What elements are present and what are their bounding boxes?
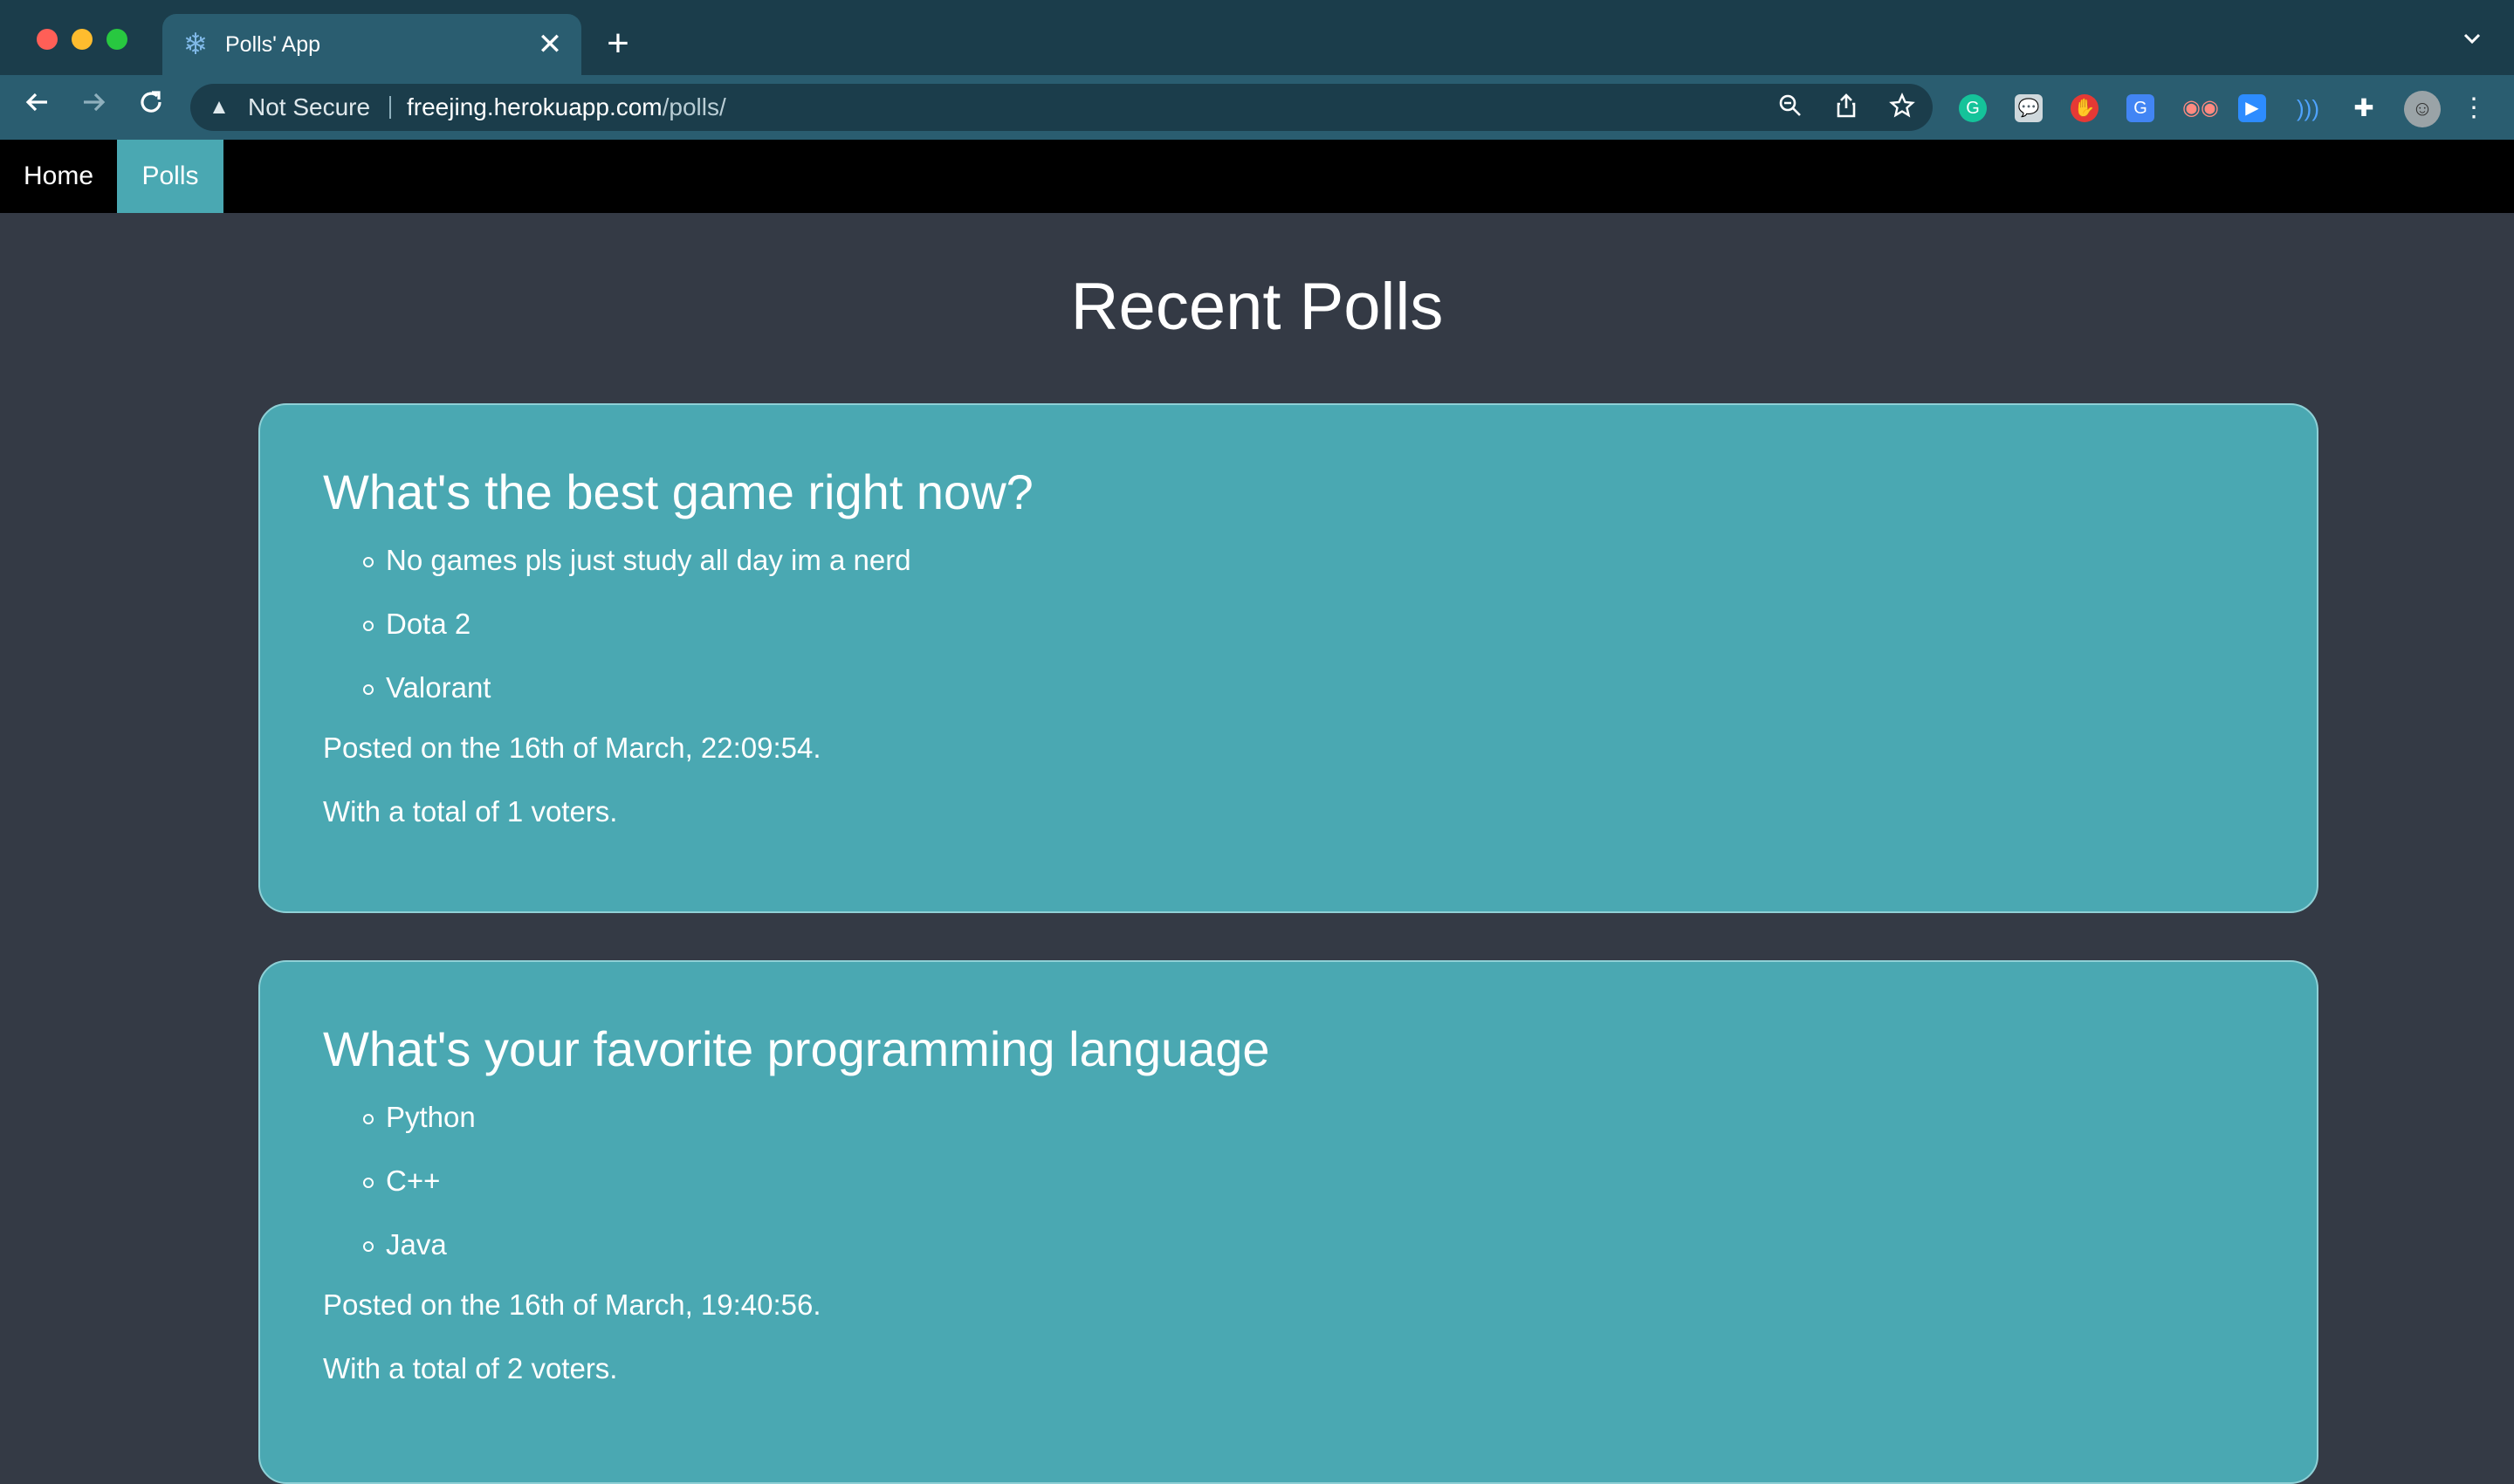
nav-home-link[interactable]: Home: [0, 140, 117, 213]
magnifier-minus-icon: [1779, 94, 1801, 116]
poll-posted-date: Posted on the 16th of March, 19:40:56.: [323, 1288, 821, 1321]
chat-icon[interactable]: 💬: [2015, 94, 2043, 122]
puzzle-icon[interactable]: ✚: [2350, 94, 2378, 122]
snowflake-icon: ❄: [182, 28, 209, 61]
poll-question[interactable]: What's your favorite programming languag…: [323, 962, 2254, 1089]
circle-bullet-icon: [363, 684, 374, 695]
circle-bullet-icon: [363, 1178, 374, 1188]
reload-button[interactable]: [131, 87, 171, 127]
url-host: freejing.herokuapp.com: [407, 93, 663, 120]
adblock-icon[interactable]: ✋: [2071, 94, 2098, 122]
url-path: /polls/: [662, 93, 726, 120]
site-navbar: Home Polls: [0, 140, 2514, 213]
kebab-menu-icon[interactable]: ⋮: [2460, 94, 2488, 122]
choice-text: Python: [386, 1101, 476, 1133]
profile-avatar[interactable]: ☺: [2404, 91, 2441, 127]
poll-question[interactable]: What's the best game right now?: [323, 405, 2254, 532]
poll-choice: No games pls just study all day im a ner…: [323, 532, 2254, 596]
arrow-right-icon: [84, 93, 106, 112]
tab-search-chevron-icon[interactable]: [2456, 26, 2488, 58]
omnibox-divider: [389, 96, 391, 119]
circle-bullet-icon: [363, 557, 374, 567]
star-icon: [1889, 93, 1915, 118]
share-arrow-icon: [1837, 93, 1856, 118]
browser-tab-active[interactable]: ❄ Polls' App ✕: [162, 14, 581, 75]
poll-choices: Python C++ Java: [323, 1089, 2254, 1281]
reload-icon: [141, 91, 161, 113]
poll-card[interactable]: What's the best game right now? No games…: [258, 403, 2318, 913]
choice-text: Dota 2: [386, 608, 471, 640]
circle-bullet-icon: [363, 1241, 374, 1252]
bookmark-star-icon[interactable]: [1887, 93, 1917, 122]
poll-choice: Valorant: [323, 660, 2254, 724]
poll-card[interactable]: What's your favorite programming languag…: [258, 960, 2318, 1484]
close-window-button[interactable]: [37, 29, 58, 50]
forward-button[interactable]: [73, 87, 113, 127]
translate-icon[interactable]: G: [2126, 94, 2154, 122]
new-tab-button[interactable]: +: [601, 24, 635, 63]
tab-title: Polls' App: [225, 32, 321, 57]
zoom-icon[interactable]: ▶: [2238, 94, 2266, 122]
spy-icon[interactable]: ◉◉: [2182, 94, 2219, 122]
poll-choices: No games pls just study all day im a ner…: [323, 532, 2254, 724]
arrow-left-icon: [25, 93, 47, 112]
poll-voter-count: With a total of 2 voters.: [323, 1352, 618, 1384]
zoom-magnifier-icon[interactable]: [1776, 93, 1805, 122]
url-text[interactable]: freejing.herokuapp.com/polls/: [407, 84, 726, 131]
nav-polls-link[interactable]: Polls: [117, 140, 223, 213]
security-indicator[interactable]: Not Secure: [248, 84, 370, 131]
choice-text: C++: [386, 1165, 441, 1197]
poll-choice: Dota 2: [323, 596, 2254, 660]
page-title: Recent Polls: [1070, 270, 1444, 344]
browser-toolbar: ▲ Not Secure freejing.herokuapp.com/poll…: [0, 75, 2514, 140]
back-button[interactable]: [17, 87, 58, 127]
poll-choice: Java: [323, 1217, 2254, 1281]
grammarly-icon[interactable]: G: [1959, 94, 1987, 122]
poll-choice: Python: [323, 1089, 2254, 1153]
circle-bullet-icon: [363, 1114, 374, 1124]
tab-strip: ❄ Polls' App ✕ +: [0, 0, 2514, 75]
poll-voter-count: With a total of 1 voters.: [323, 795, 618, 828]
circle-bullet-icon: [363, 621, 374, 631]
minimize-window-button[interactable]: [72, 29, 93, 50]
warning-triangle-icon[interactable]: ▲: [206, 94, 232, 120]
poll-choice: C++: [323, 1153, 2254, 1217]
sound-icon[interactable]: ))): [2294, 94, 2322, 122]
address-bar[interactable]: ▲ Not Secure freejing.herokuapp.com/poll…: [190, 84, 1933, 131]
poll-posted-date: Posted on the 16th of March, 22:09:54.: [323, 732, 821, 764]
tab-close-icon[interactable]: ✕: [534, 29, 566, 60]
chevron-down-icon: [2463, 33, 2481, 45]
choice-text: Valorant: [386, 671, 491, 704]
share-icon[interactable]: [1831, 93, 1861, 122]
browser-chrome: ❄ Polls' App ✕ + ▲ Not Secure freejing.h…: [0, 0, 2514, 140]
choice-text: No games pls just study all day im a ner…: [386, 544, 911, 576]
maximize-window-button[interactable]: [106, 29, 127, 50]
choice-text: Java: [386, 1228, 447, 1261]
